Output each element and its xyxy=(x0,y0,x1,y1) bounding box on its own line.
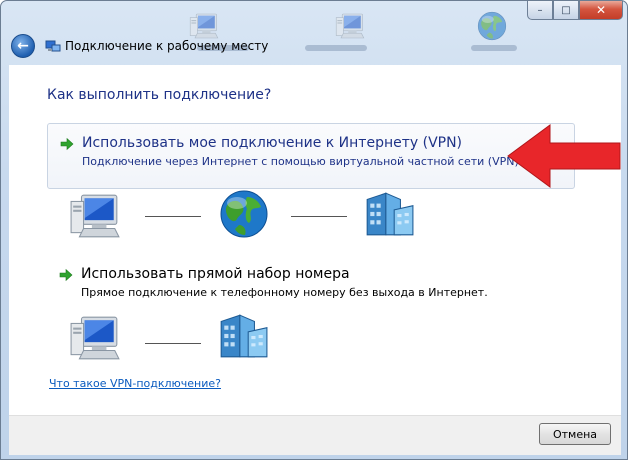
globe-icon xyxy=(477,11,507,41)
vpn-help-link[interactable]: Что такое VPN-подключение? xyxy=(49,377,221,390)
option-vpn[interactable]: Использовать мое подключение к Интернету… xyxy=(47,123,575,189)
back-button[interactable]: ← xyxy=(11,34,35,58)
green-arrow-icon xyxy=(59,268,73,282)
option-vpn-title: Использовать мое подключение к Интернету… xyxy=(82,135,463,151)
wizard-content: Как выполнить подключение? Использовать … xyxy=(9,65,621,415)
computer-icon xyxy=(335,11,365,41)
office-building-icon xyxy=(363,191,415,237)
annotation-arrow-icon xyxy=(507,124,621,188)
connection-line xyxy=(145,343,201,344)
maximize-button[interactable]: □ xyxy=(553,1,579,20)
close-button[interactable]: ✕ xyxy=(579,1,623,20)
option-vpn-description: Подключение через Интернет с помощью вир… xyxy=(82,155,523,168)
connection-line xyxy=(291,216,347,217)
blurred-label xyxy=(471,45,517,51)
cancel-button[interactable]: Отмена xyxy=(539,423,611,445)
computer-icon xyxy=(69,193,121,239)
option-dialup[interactable]: Использовать прямой набор номера Прямое … xyxy=(47,263,575,303)
green-arrow-icon xyxy=(60,137,74,151)
minimize-button[interactable]: – xyxy=(527,1,553,20)
back-arrow-icon: ← xyxy=(17,38,29,54)
network-icon xyxy=(45,40,61,52)
option-dialup-description: Прямое подключение к телефонному номеру … xyxy=(81,286,488,299)
computer-icon xyxy=(189,11,219,41)
dialog-window: – □ ✕ ← Подключение к рабочему месту Как… xyxy=(0,0,628,460)
title-bar: – □ ✕ ← Подключение к рабочему месту xyxy=(1,1,628,65)
window-title: Подключение к рабочему месту xyxy=(65,39,269,53)
option-dialup-title: Использовать прямой набор номера xyxy=(81,266,350,282)
window-controls: – □ ✕ xyxy=(527,1,623,21)
office-building-icon xyxy=(217,313,269,359)
connection-line xyxy=(145,216,201,217)
wizard-footer: Отмена xyxy=(9,415,621,455)
computer-icon xyxy=(69,315,121,361)
dialup-diagram xyxy=(9,311,621,371)
globe-icon xyxy=(219,189,269,239)
blurred-label xyxy=(305,45,367,51)
page-heading: Как выполнить подключение? xyxy=(47,87,272,103)
vpn-diagram xyxy=(9,189,621,249)
